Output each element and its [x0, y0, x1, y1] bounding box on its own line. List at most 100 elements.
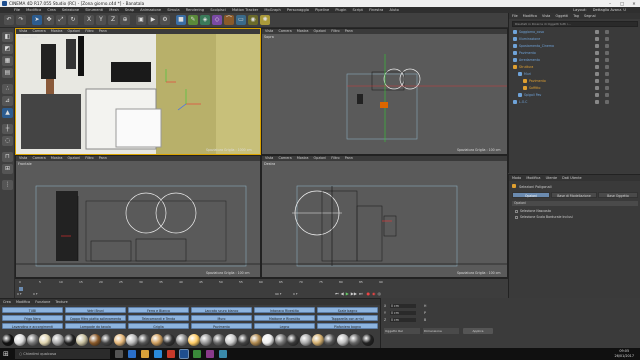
- frame-current-field[interactable]: 0 F: [33, 292, 47, 296]
- material-preview-ball[interactable]: [299, 334, 312, 346]
- object-row[interactable]: Illuminazione: [509, 36, 640, 42]
- viewport-menu-opzioni[interactable]: Opzioni: [314, 156, 327, 160]
- material-preview-ball[interactable]: [312, 334, 324, 346]
- menu-snap[interactable]: Snap: [125, 8, 134, 12]
- menu-personaggio[interactable]: Personaggio: [287, 8, 309, 12]
- material-preview-ball[interactable]: [212, 334, 225, 346]
- om-menu-tag[interactable]: Tag: [573, 14, 579, 18]
- render-picture-viewer-icon[interactable]: ▶: [148, 15, 158, 25]
- material-layer-tag[interactable]: Mattone e Rivestito: [254, 315, 315, 321]
- viewport-menu-pann[interactable]: Pann: [99, 29, 107, 33]
- section-opzioni[interactable]: Opzioni: [512, 201, 638, 206]
- app-icon[interactable]: [219, 350, 227, 358]
- play-icon[interactable]: ▶: [346, 291, 349, 296]
- material-layer-tag[interactable]: Tapparella con arriol: [317, 315, 378, 321]
- app-icon[interactable]: [167, 350, 175, 358]
- viewport-menu-pann[interactable]: Pann: [99, 156, 107, 160]
- material-layer-tag[interactable]: Laccato scuro bianco: [191, 307, 252, 313]
- object-row[interactable]: Spostamento_Cinema: [509, 43, 640, 49]
- select-arrow-icon[interactable]: ➤: [32, 15, 42, 25]
- coordinate-system-icon[interactable]: ⊕: [120, 15, 130, 25]
- object-row[interactable]: Muri: [509, 71, 640, 77]
- material-preview-ball[interactable]: [163, 334, 176, 346]
- tab-opzioni[interactable]: Opzioni: [512, 192, 550, 198]
- make-editable-icon[interactable]: ◧: [2, 32, 13, 42]
- coord-y-field[interactable]: 0 cm: [390, 310, 416, 315]
- viewport-menu-vista[interactable]: Vista: [19, 156, 27, 160]
- render-settings-icon[interactable]: ⚙: [160, 15, 170, 25]
- polygons-mode-icon[interactable]: ▲: [2, 108, 13, 118]
- material-layer-tag[interactable]: Muro: [191, 315, 252, 321]
- om-menu-oggetti[interactable]: Oggetti: [555, 14, 568, 18]
- visibility-dots-icon[interactable]: [595, 58, 599, 62]
- axis-x-icon[interactable]: X: [84, 15, 94, 25]
- material-preview-ball[interactable]: [76, 334, 89, 346]
- edge-browser-icon[interactable]: [128, 350, 136, 358]
- material-preview-ball[interactable]: [287, 334, 300, 346]
- material-layer-tag[interactable]: Telecomandi e Tenda: [128, 315, 189, 321]
- file-explorer-icon[interactable]: [141, 350, 149, 358]
- material-preview-ball[interactable]: [126, 334, 138, 346]
- next-key-icon[interactable]: ▶▶: [351, 291, 357, 296]
- material-preview-ball[interactable]: [250, 334, 262, 346]
- object-row[interactable]: Pavimento: [509, 50, 640, 56]
- viewport-front[interactable]: Vista Camera Mostra Opzioni Filtro Pann …: [15, 155, 261, 278]
- prev-key-icon[interactable]: ◀: [341, 291, 344, 296]
- tag-icon[interactable]: [605, 86, 609, 90]
- object-row[interactable]: Arredamento: [509, 57, 640, 63]
- tag-icon[interactable]: [605, 51, 609, 55]
- minimize-button[interactable]: –: [604, 0, 616, 7]
- object-row[interactable]: Soffitto: [509, 85, 640, 91]
- object-row[interactable]: Soggiorno_cosa: [509, 29, 640, 35]
- object-row[interactable]: L.O.C: [509, 99, 640, 105]
- tag-icon[interactable]: [605, 100, 609, 104]
- visibility-dots-icon[interactable]: [595, 93, 599, 97]
- bend-deformer-icon[interactable]: ⌒: [224, 15, 234, 25]
- playhead[interactable]: [19, 287, 23, 291]
- am-menu-modo[interactable]: Modo: [512, 176, 521, 180]
- points-mode-icon[interactable]: ∴: [2, 84, 13, 94]
- camera-icon[interactable]: ◉: [248, 15, 258, 25]
- material-preview-ball[interactable]: [262, 334, 275, 346]
- mm-menu-crea[interactable]: Crea: [3, 300, 11, 304]
- menu-modifica[interactable]: Modifica: [26, 8, 41, 12]
- am-menu-modifica[interactable]: Modifica: [526, 176, 540, 180]
- texture-mode-icon[interactable]: ▦: [2, 56, 13, 66]
- floor-icon[interactable]: ▭: [236, 15, 246, 25]
- tag-icon[interactable]: [605, 37, 609, 41]
- viewport-menu-camera[interactable]: Camera: [278, 29, 291, 33]
- menu-pipeline[interactable]: Pipeline: [315, 8, 329, 12]
- viewport-menu-mostra[interactable]: Mostra: [51, 156, 63, 160]
- om-menu-segnal[interactable]: Segnal: [584, 14, 596, 18]
- close-button[interactable]: ✕: [628, 0, 640, 7]
- tag-icon[interactable]: [605, 30, 609, 34]
- material-layer-tag[interactable]: Scale bagno: [317, 307, 378, 313]
- viewport-menu-vista[interactable]: Vista: [19, 29, 27, 33]
- move-icon[interactable]: ✥: [44, 15, 54, 25]
- visibility-dots-icon[interactable]: [595, 51, 599, 55]
- material-layer-tag[interactable]: TUBI: [2, 307, 63, 313]
- material-preview-ball[interactable]: [324, 334, 337, 346]
- menu-motion-tracker[interactable]: Motion Tracker: [232, 8, 258, 12]
- task-view-icon[interactable]: [115, 350, 123, 358]
- menu-animazione[interactable]: Animazione: [140, 8, 161, 12]
- viewport-menu-mostra[interactable]: Mostra: [51, 29, 63, 33]
- material-preview-ball[interactable]: [175, 334, 188, 346]
- am-menu-utente[interactable]: Utente: [546, 176, 557, 180]
- menu-crea[interactable]: Crea: [47, 8, 55, 12]
- app-icon[interactable]: [193, 350, 201, 358]
- object-row[interactable]: Pavimento: [509, 78, 640, 84]
- viewport-menu-opzioni[interactable]: Opzioni: [68, 29, 81, 33]
- mm-menu-modifica[interactable]: Modifica: [16, 300, 30, 304]
- menu-aiuto[interactable]: Aiuto: [390, 8, 399, 12]
- tab-base-modellazione[interactable]: Base di Modellazione: [551, 192, 597, 198]
- menu-strumenti[interactable]: Strumenti: [85, 8, 103, 12]
- mm-menu-funzione[interactable]: Funzione: [35, 300, 50, 304]
- visibility-dots-icon[interactable]: [595, 30, 599, 34]
- material-layer-tag[interactable]: Legno: [254, 323, 315, 329]
- material-preview-ball[interactable]: [14, 334, 27, 346]
- material-layer-tag[interactable]: Vetri Bruni: [65, 307, 126, 313]
- coord-x-field[interactable]: 0 cm: [390, 303, 416, 308]
- viewport-top[interactable]: Vista Camera Mostra Opzioni Filtro Pann …: [261, 28, 508, 155]
- om-menu-vista[interactable]: Vista: [542, 14, 550, 18]
